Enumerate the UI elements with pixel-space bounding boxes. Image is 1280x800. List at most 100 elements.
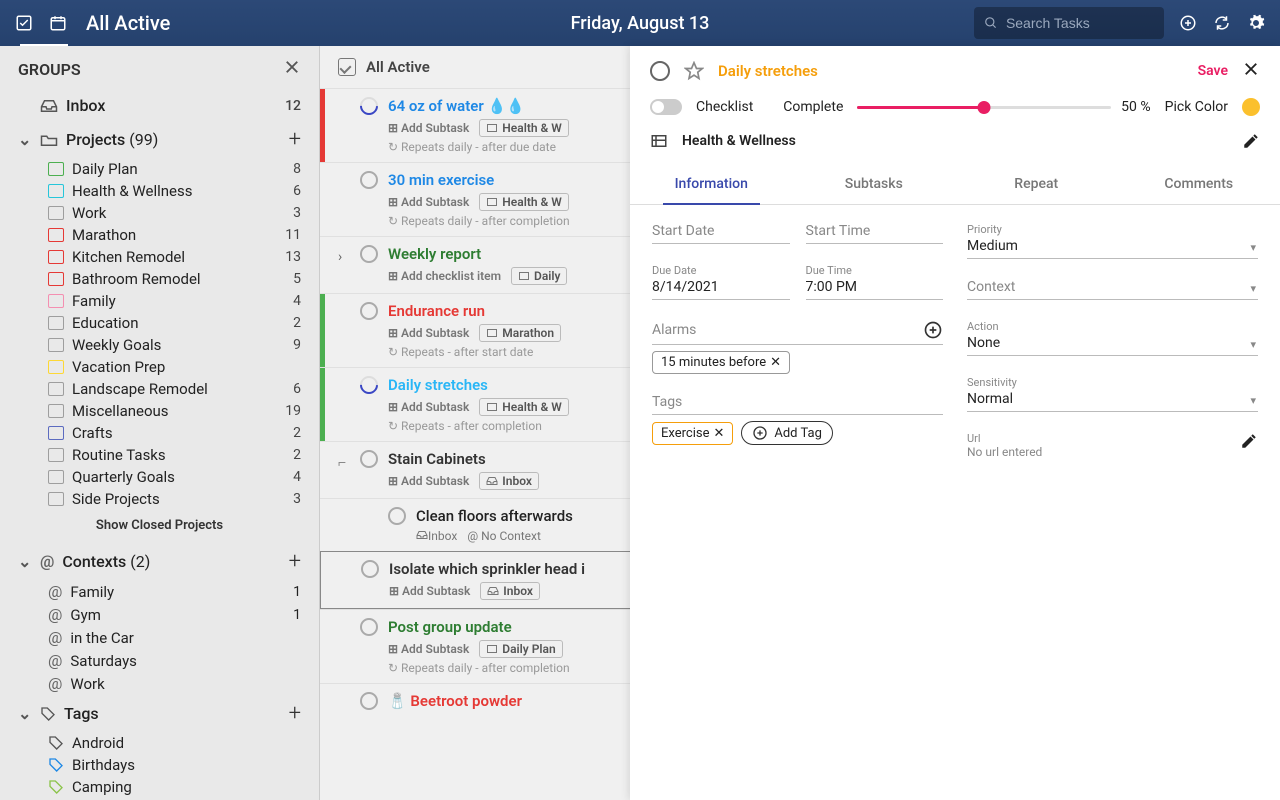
project-pill[interactable]: Daily Plan: [479, 640, 562, 658]
sync-icon[interactable]: [1212, 13, 1232, 33]
complete-toggle[interactable]: [650, 61, 670, 81]
sidebar-context-item[interactable]: Family1: [48, 580, 301, 603]
sensitivity-field[interactable]: Sensitivity Normal: [967, 376, 1258, 412]
complete-slider[interactable]: [857, 106, 1111, 109]
sidebar-project-item[interactable]: Crafts2: [48, 422, 301, 444]
star-icon[interactable]: [684, 61, 704, 81]
alarm-chip[interactable]: 15 minutes before ✕: [652, 351, 790, 374]
close-icon[interactable]: [1242, 60, 1260, 82]
calendar-view-icon[interactable]: [48, 13, 68, 33]
action-field[interactable]: Action None: [967, 320, 1258, 356]
task-view-icon[interactable]: [14, 13, 34, 33]
task-circle[interactable]: [360, 618, 378, 636]
add-tag-button[interactable]: Add Tag: [741, 421, 833, 445]
expand-icon[interactable]: ›: [338, 249, 342, 265]
color-swatch[interactable]: [1242, 98, 1260, 116]
sidebar-context-item[interactable]: Gym1: [48, 603, 301, 626]
add-subtask-link[interactable]: ⊞ Add Subtask: [389, 584, 470, 598]
checklist-toggle[interactable]: [650, 99, 682, 115]
sidebar-tag-item[interactable]: Birthdays: [48, 754, 301, 776]
task-circle[interactable]: [360, 245, 378, 263]
task-circle[interactable]: [388, 507, 406, 525]
sidebar-contexts-header[interactable]: ⌄ Contexts (2) +: [0, 543, 319, 580]
sidebar-tags-header[interactable]: ⌄ Tags +: [0, 695, 319, 732]
task-circle[interactable]: [360, 171, 378, 189]
tab-comments[interactable]: Comments: [1118, 164, 1280, 204]
sidebar-inbox[interactable]: Inbox 12: [0, 90, 319, 121]
remove-tag-icon[interactable]: ✕: [713, 426, 724, 441]
save-button[interactable]: Save: [1198, 63, 1228, 79]
edit-icon[interactable]: [1242, 132, 1260, 150]
due-time-field[interactable]: Due Time 7:00 PM: [806, 264, 944, 300]
sidebar-project-item[interactable]: Routine Tasks2: [48, 444, 301, 466]
start-time-field[interactable]: Start Time: [806, 223, 944, 244]
task-circle[interactable]: [360, 302, 378, 320]
add-project-icon[interactable]: +: [289, 127, 301, 152]
sidebar-project-item[interactable]: Bathroom Remodel5: [48, 268, 301, 290]
sidebar-project-item[interactable]: Family4: [48, 290, 301, 312]
sidebar-project-item[interactable]: Side Projects3: [48, 488, 301, 510]
edit-url-icon[interactable]: [1240, 432, 1258, 450]
add-subtask-link[interactable]: ⊞ Add Subtask: [388, 474, 469, 488]
sidebar-project-item[interactable]: Kitchen Remodel13: [48, 246, 301, 268]
tag-chip[interactable]: Exercise ✕: [652, 422, 733, 445]
project-label: Health & Wellness: [72, 182, 285, 200]
due-date-field[interactable]: Due Date 8/14/2021: [652, 264, 790, 300]
start-date-field[interactable]: Start Date: [652, 223, 790, 244]
add-icon[interactable]: [1178, 13, 1198, 33]
detail-tabs: Information Subtasks Repeat Comments: [630, 164, 1280, 205]
sidebar-context-item[interactable]: Work: [48, 672, 301, 695]
project-pill[interactable]: Daily: [511, 267, 567, 285]
add-alarm-icon[interactable]: [923, 320, 943, 340]
sidebar-project-item[interactable]: Landscape Remodel6: [48, 378, 301, 400]
detail-title[interactable]: Daily stretches: [718, 62, 1184, 80]
project-pill[interactable]: Health & W: [479, 119, 569, 137]
gear-icon[interactable]: [1246, 13, 1266, 33]
sidebar-project-item[interactable]: Daily Plan8: [48, 158, 301, 180]
add-context-icon[interactable]: +: [289, 549, 301, 574]
sidebar-project-item[interactable]: Quarterly Goals4: [48, 466, 301, 488]
sidebar-project-item[interactable]: Vacation Prep: [48, 356, 301, 378]
project-pill[interactable]: Marathon: [479, 324, 561, 342]
task-circle[interactable]: [360, 450, 378, 468]
inbox-pill[interactable]: Inbox: [416, 529, 457, 543]
show-closed-projects[interactable]: Show Closed Projects: [0, 510, 319, 543]
sidebar-project-item[interactable]: Miscellaneous19: [48, 400, 301, 422]
context-field[interactable]: Context: [967, 279, 1258, 300]
close-icon[interactable]: [283, 58, 301, 80]
inbox-pill[interactable]: Inbox: [479, 472, 539, 490]
add-subtask-link[interactable]: ⊞ Add Subtask: [388, 121, 469, 135]
sidebar-project-item[interactable]: Education2: [48, 312, 301, 334]
task-circle[interactable]: [356, 372, 381, 397]
tab-information[interactable]: Information: [630, 164, 793, 204]
add-tag-icon[interactable]: +: [289, 701, 301, 726]
project-count: 6: [293, 183, 301, 199]
sidebar-context-item[interactable]: in the Car: [48, 626, 301, 649]
sidebar-tag-item[interactable]: Camping: [48, 776, 301, 798]
sidebar-project-item[interactable]: Health & Wellness 6: [48, 180, 301, 202]
tab-subtasks[interactable]: Subtasks: [793, 164, 956, 204]
sidebar-projects-header[interactable]: ⌄ Projects (99) +: [0, 121, 319, 158]
remove-alarm-icon[interactable]: ✕: [770, 355, 781, 370]
project-pill[interactable]: Health & W: [479, 193, 569, 211]
detail-project[interactable]: Health & Wellness: [682, 133, 1228, 149]
sidebar-context-item[interactable]: Saturdays: [48, 649, 301, 672]
search-input[interactable]: [1006, 15, 1154, 31]
project-pill[interactable]: Health & W: [479, 398, 569, 416]
sidebar-project-item[interactable]: Work3: [48, 202, 301, 224]
tab-repeat[interactable]: Repeat: [955, 164, 1118, 204]
search-box[interactable]: [974, 7, 1164, 39]
add-subtask-link[interactable]: ⊞ Add checklist item: [388, 269, 501, 283]
sidebar-tag-item[interactable]: Android: [48, 732, 301, 754]
add-subtask-link[interactable]: ⊞ Add Subtask: [388, 195, 469, 209]
task-circle[interactable]: [360, 692, 378, 710]
task-circle[interactable]: [356, 93, 381, 118]
task-circle[interactable]: [361, 560, 379, 578]
add-subtask-link[interactable]: ⊞ Add Subtask: [388, 642, 469, 656]
sidebar-project-item[interactable]: Marathon11: [48, 224, 301, 246]
add-subtask-link[interactable]: ⊞ Add Subtask: [388, 326, 469, 340]
add-subtask-link[interactable]: ⊞ Add Subtask: [388, 400, 469, 414]
inbox-pill[interactable]: Inbox: [480, 582, 540, 600]
priority-field[interactable]: Priority Medium: [967, 223, 1258, 259]
sidebar-project-item[interactable]: Weekly Goals9: [48, 334, 301, 356]
